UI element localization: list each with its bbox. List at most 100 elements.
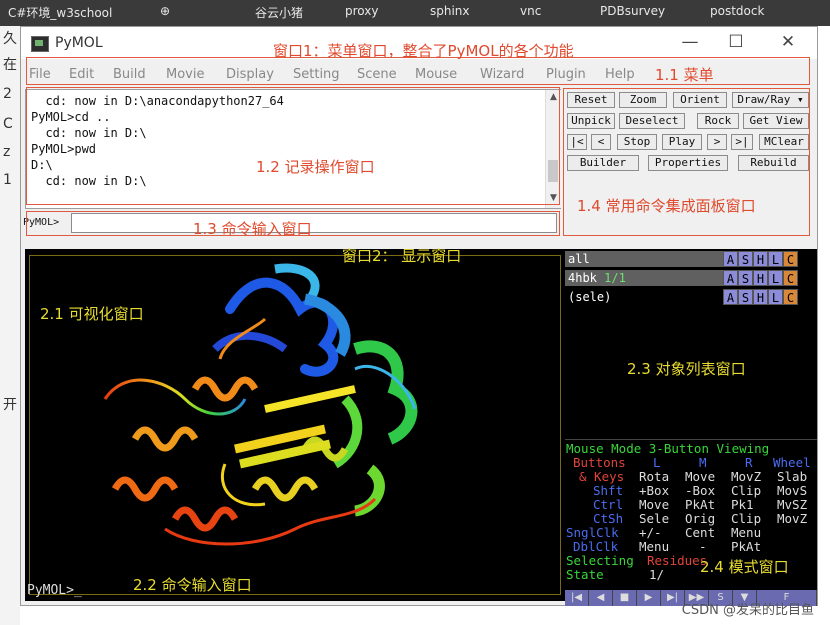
minimize-button[interactable]: —: [675, 32, 705, 52]
action-button[interactable]: A: [723, 270, 738, 286]
play-icon[interactable]: ▶: [637, 590, 661, 606]
action-button[interactable]: A: [723, 251, 738, 267]
mouse-cell: PkAt: [731, 539, 762, 554]
mouse-cell: Clip: [731, 511, 762, 526]
annotation-window2: 窗口2： 显示窗口: [342, 247, 462, 265]
bg-text: C: [3, 116, 13, 132]
annotation-command: 1.3 命令输入窗口: [193, 220, 312, 238]
col-m: M: [699, 455, 707, 470]
show-button[interactable]: S: [738, 270, 753, 286]
annotation-log: 1.2 记录操作窗口: [256, 158, 375, 176]
object-name[interactable]: (sele): [565, 289, 723, 305]
mouse-cell: Move: [639, 497, 670, 512]
ctrl-key: Ctrl: [593, 497, 624, 512]
object-name[interactable]: all: [565, 251, 723, 267]
background-browser-tabs: C#环境_w3school ⊕ 谷云小猪 proxy sphinx vnc PD…: [0, 0, 830, 26]
mouse-cell: Menu: [731, 525, 762, 540]
selecting-mode[interactable]: Residues: [647, 554, 707, 568]
keys-label: & Keys: [579, 469, 625, 484]
label-button[interactable]: L: [768, 251, 783, 267]
double-click-key: DblClk: [573, 539, 619, 554]
col-l: L: [653, 455, 661, 470]
object-list-panel: all A S H L C 4hbk 1/1 A S H L C (sele) …: [565, 249, 817, 439]
col-r: R: [745, 455, 753, 470]
first-frame-icon[interactable]: |◀: [565, 590, 589, 606]
show-button[interactable]: S: [738, 251, 753, 267]
watermark: CSDN @发呆的比目鱼: [681, 603, 814, 618]
annotation-menu: 1.1 菜单: [655, 66, 714, 84]
annotation-box-log: [26, 87, 560, 205]
mouse-cell: Clip: [731, 483, 762, 498]
action-button[interactable]: A: [723, 289, 738, 305]
mouse-cell: Cent: [685, 525, 716, 540]
mouse-cell: MvSZ: [777, 497, 808, 512]
mouse-cell: Slab: [777, 469, 808, 484]
state-value: 1/: [649, 567, 665, 582]
col-wheel: Wheel: [773, 455, 811, 470]
object-name[interactable]: 4hbk 1/1: [565, 270, 723, 286]
viewer-command-prompt[interactable]: PyMOL>_: [27, 583, 82, 598]
label-button[interactable]: L: [768, 289, 783, 305]
mouse-cell: Move: [685, 469, 716, 484]
mouse-cell: Sele: [639, 511, 670, 526]
bg-tab[interactable]: 谷云小猪: [255, 4, 303, 21]
mouse-cell: Menu: [639, 539, 670, 554]
mouse-cell: -: [699, 539, 707, 554]
mouse-cell: MovZ: [731, 469, 762, 484]
hide-button[interactable]: H: [753, 270, 768, 286]
bg-tab[interactable]: PDBsurvey: [600, 4, 665, 18]
state-label: State: [566, 567, 604, 582]
annotation-object-list: 2.3 对象列表窗口: [627, 360, 746, 378]
annotation-viewer-command: 2.2 命令输入窗口: [133, 576, 252, 594]
object-row-4hbk[interactable]: 4hbk 1/1 A S H L C: [565, 270, 817, 286]
mouse-cell: PkAt: [685, 497, 716, 512]
mouse-cell: Rota: [639, 469, 670, 484]
object-state: 1/1: [604, 271, 626, 285]
annotation-viewer: 2.1 可视化窗口: [40, 305, 144, 323]
bg-text: 开: [3, 397, 17, 413]
stop-icon[interactable]: ■: [613, 590, 637, 606]
prev-frame-icon[interactable]: ◀: [589, 590, 613, 606]
hide-button[interactable]: H: [753, 289, 768, 305]
annotation-mode: 2.4 模式窗口: [700, 558, 789, 576]
mouse-cell: MovZ: [777, 511, 808, 526]
pymol-app-icon: [31, 36, 49, 52]
mouse-cell: MovS: [777, 483, 808, 498]
hide-button[interactable]: H: [753, 251, 768, 267]
annotation-window1: 窗口1：菜单窗口，整合了PyMOL的各个功能: [273, 42, 574, 60]
close-button[interactable]: ✕: [773, 32, 803, 52]
window-title: PyMOL: [55, 35, 103, 51]
mouse-cell: +Box: [639, 483, 670, 498]
bg-tab[interactable]: vnc: [520, 4, 541, 18]
bg-text: 1: [3, 172, 12, 188]
color-button[interactable]: C: [783, 270, 798, 286]
mouse-mode-title: Mouse Mode 3-Button Viewing: [566, 441, 770, 456]
label-button[interactable]: L: [768, 270, 783, 286]
bg-tab[interactable]: sphinx: [430, 4, 470, 18]
bg-tab[interactable]: postdock: [710, 4, 764, 18]
bg-tab[interactable]: C#环境_w3school: [8, 4, 112, 21]
object-row-all[interactable]: all A S H L C: [565, 251, 817, 267]
bg-text: z: [3, 144, 11, 160]
single-click-key: SnglClk: [566, 525, 619, 540]
ctrl-shift-key: CtSh: [593, 511, 624, 526]
buttons-label: Buttons: [573, 455, 626, 470]
object-row-sele[interactable]: (sele) A S H L C: [565, 289, 817, 305]
mouse-cell: Pk1: [731, 497, 754, 512]
color-button[interactable]: C: [783, 289, 798, 305]
maximize-button[interactable]: ☐: [721, 32, 751, 52]
show-button[interactable]: S: [738, 289, 753, 305]
mouse-cell: +/-: [639, 525, 662, 540]
background-page: 久 在 2 C z 1 开: [0, 26, 20, 625]
protein-cartoon-graphic: [103, 263, 418, 546]
display-window: PyMOL>_ all A S H L C 4hbk 1/1 A S H L C…: [25, 249, 817, 606]
selecting-label: Selecting: [566, 553, 634, 568]
shift-key: Shft: [593, 483, 624, 498]
bg-text: 在: [3, 57, 17, 73]
bg-text: 久: [3, 31, 17, 47]
bg-tab[interactable]: proxy: [345, 4, 378, 18]
molecule-viewer[interactable]: PyMOL>_: [25, 249, 565, 601]
mouse-cell: -Box: [685, 483, 716, 498]
mouse-cell: Orig: [685, 511, 716, 526]
color-button[interactable]: C: [783, 251, 798, 267]
